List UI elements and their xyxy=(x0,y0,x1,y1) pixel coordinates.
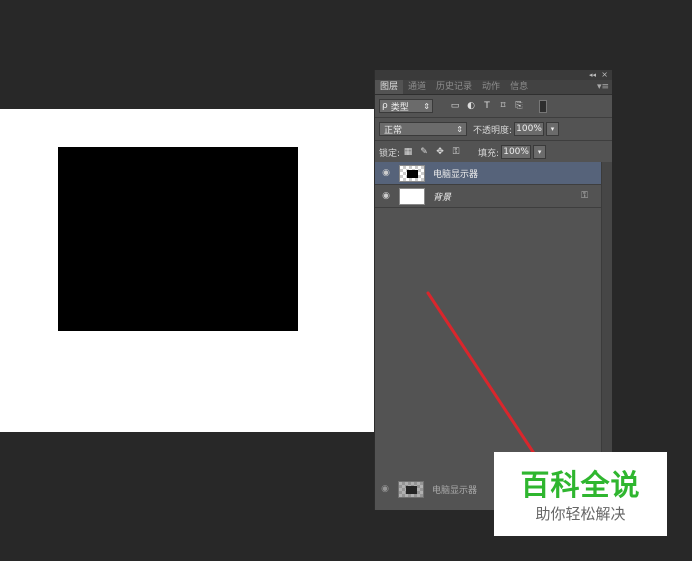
watermark-logo: 百科全说 助你轻松解决 xyxy=(494,452,667,536)
watermark-title: 百科全说 xyxy=(520,468,641,502)
watermark-subtitle: 助你轻松解决 xyxy=(535,505,626,523)
